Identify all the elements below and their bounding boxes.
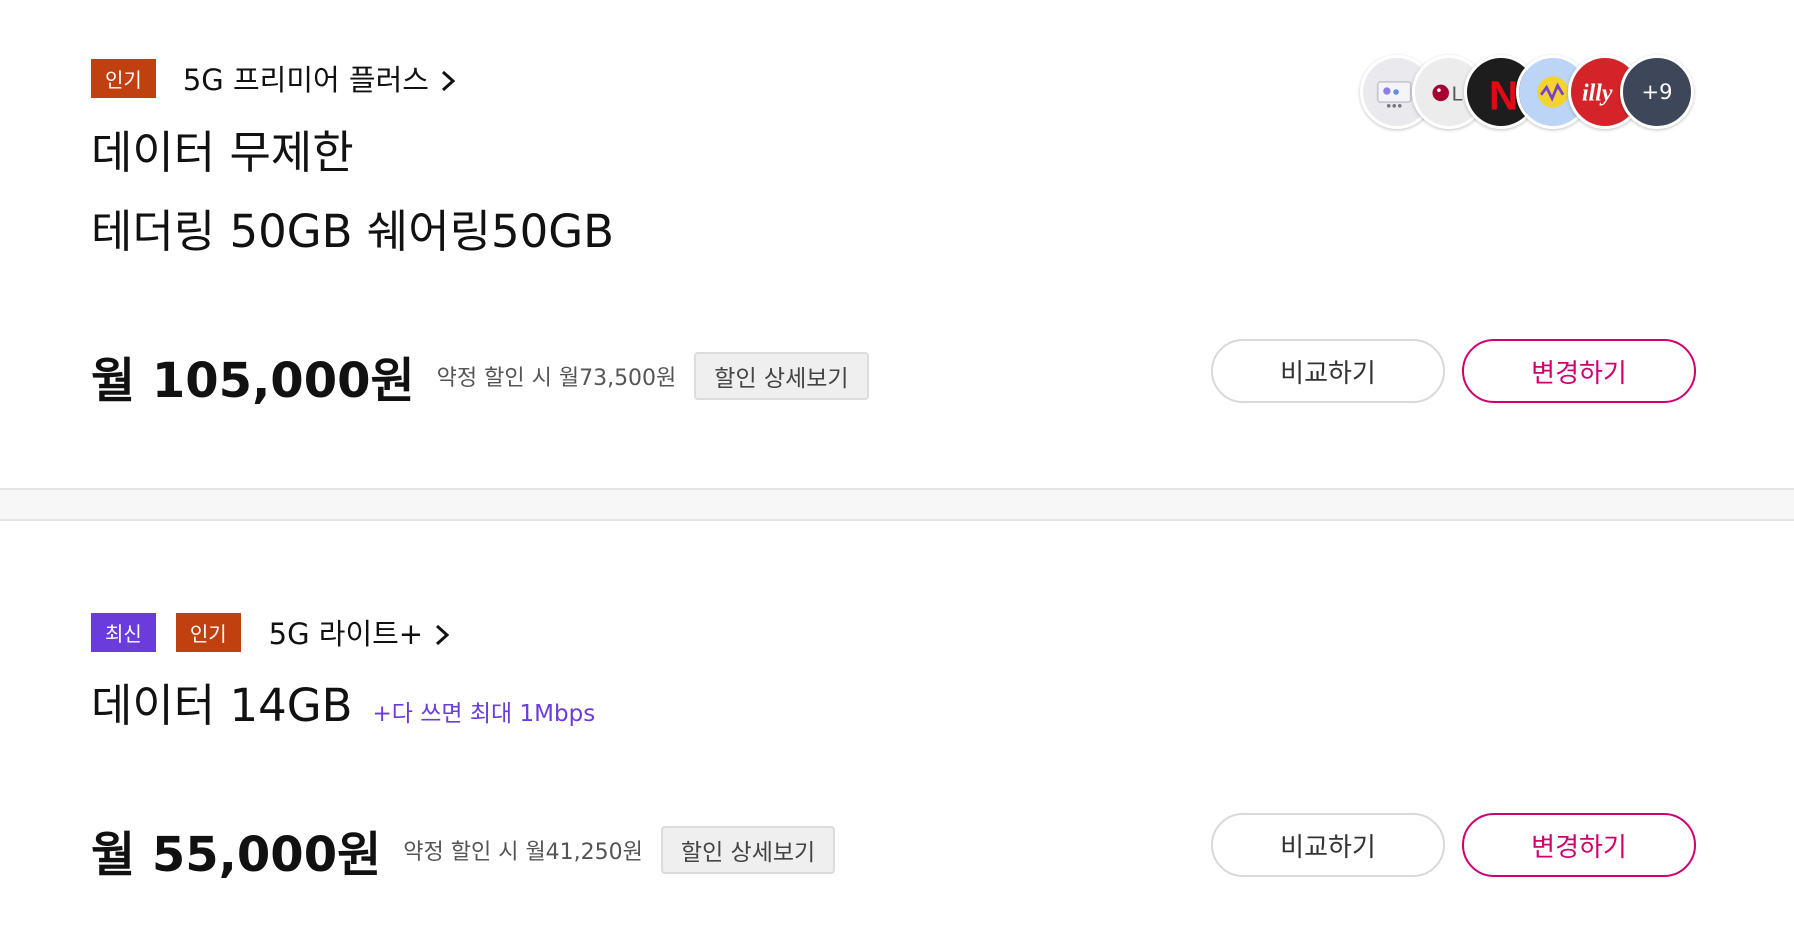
svg-text:illy: illy [1582, 80, 1613, 106]
plan-name: 5G 라이트+ [268, 617, 424, 651]
new-badge: 최신 [91, 612, 156, 652]
more-benefits-badge: +9 [1620, 55, 1694, 129]
plan-name-link[interactable]: 5G 프리미어 플러스 [183, 57, 457, 99]
badge-row: 최신 인기 5G 라이트+ [91, 611, 451, 653]
monthly-price: 월 55,000원 [91, 827, 382, 883]
plan-title-line2: 테더링 50GB 쉐어링50GB [91, 205, 615, 258]
benefit-icons[interactable]: L N illy +9 [1360, 55, 1696, 129]
chevron-right-icon [439, 66, 457, 92]
monthly-price: 월 105,000원 [91, 353, 415, 409]
plan-title-line1: 데이터 무제한 [91, 126, 354, 179]
speed-note: +다 쓰면 최대 1Mbps [372, 701, 596, 727]
plan-title-row: 데이터 14GB +다 쓰면 최대 1Mbps [91, 669, 595, 734]
plan-name: 5G 프리미어 플러스 [182, 63, 429, 97]
price-row: 월 105,000원 약정 할인 시 월73,500원 할인 상세보기 [91, 341, 869, 411]
section-divider [0, 488, 1794, 521]
popular-badge: 인기 [175, 612, 241, 652]
svg-text:L: L [1452, 83, 1463, 105]
badge-row: 인기 5G 프리미어 플러스 [91, 57, 457, 99]
plan-card-premier-plus: 인기 5G 프리미어 플러스 데이터 무제한 테더링 50GB 쉐어링50GB … [0, 0, 1794, 488]
plan-name-link[interactable]: 5G 라이트+ [269, 611, 451, 653]
discount-price: 약정 할인 시 월41,250원 [403, 840, 643, 865]
svg-text:N: N [1489, 72, 1518, 118]
popular-badge: 인기 [91, 58, 156, 98]
compare-button[interactable]: 비교하기 [1211, 339, 1445, 403]
discount-details-button[interactable]: 할인 상세보기 [660, 826, 836, 874]
price-row: 월 55,000원 약정 할인 시 월41,250원 할인 상세보기 [91, 815, 836, 885]
discount-price: 약정 할인 시 월73,500원 [436, 366, 677, 391]
change-plan-button[interactable]: 변경하기 [1462, 339, 1696, 403]
compare-button[interactable]: 비교하기 [1211, 813, 1445, 877]
plan-card-lite-plus: 최신 인기 5G 라이트+ 데이터 14GB +다 쓰면 최대 1Mbps 월 … [0, 521, 1794, 948]
change-plan-button[interactable]: 변경하기 [1462, 813, 1696, 877]
plan-title: 데이터 14GB [91, 679, 353, 732]
chevron-right-icon [433, 620, 451, 646]
discount-details-button[interactable]: 할인 상세보기 [694, 352, 869, 400]
